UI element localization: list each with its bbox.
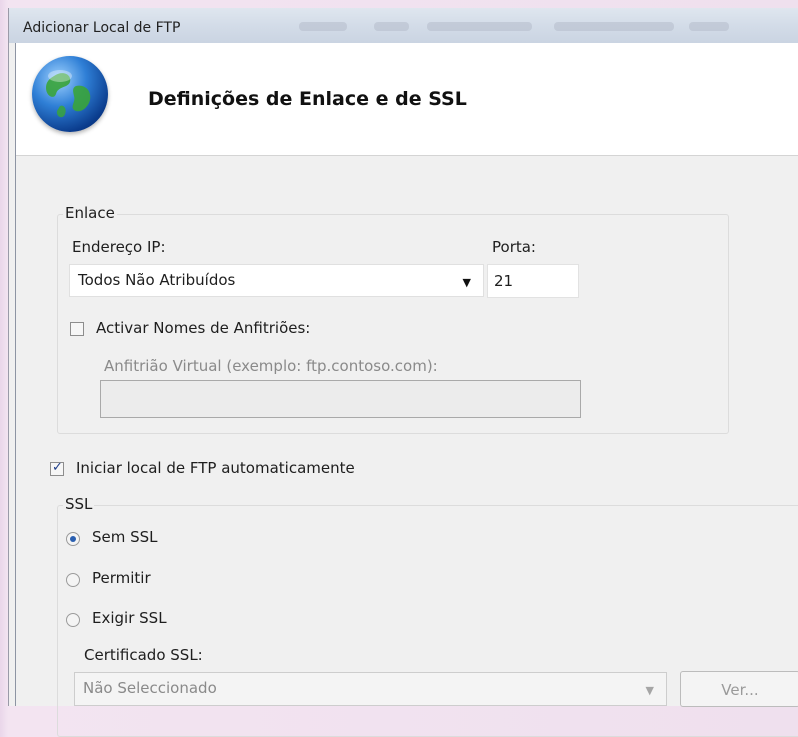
ip-address-value: Todos Não Atribuídos [78, 271, 236, 289]
dialog-body: Definições de Enlace e de SSL Enlace End… [15, 43, 798, 737]
ssl-option-require-label[interactable]: Exigir SSL [92, 609, 167, 627]
port-value: 21 [494, 272, 514, 290]
background-title-blur [554, 22, 674, 31]
virtual-host-input[interactable] [100, 380, 581, 418]
autostart-label[interactable]: Iniciar local de FTP automaticamente [76, 459, 355, 477]
virtual-host-label: Anfitrião Virtual (exemplo: ftp.contoso.… [104, 357, 438, 375]
ssl-option-allow-radio[interactable] [66, 573, 80, 587]
window-title: Adicionar Local de FTP [23, 20, 181, 36]
binding-group-label: Enlace [63, 204, 117, 222]
enable-hostnames-label[interactable]: Activar Nomes de Anfitriões: [96, 319, 310, 337]
chevron-down-icon[interactable]: ▼ [646, 684, 654, 697]
ssl-certificate-value: Não Seleccionado [83, 679, 217, 697]
background-title-blur [374, 22, 409, 31]
ssl-option-allow-label[interactable]: Permitir [92, 569, 151, 587]
chevron-down-icon[interactable]: ▼ [463, 276, 471, 289]
globe-icon [32, 56, 108, 132]
background-title-blur [299, 22, 347, 31]
page-title: Definições de Enlace e de SSL [148, 88, 467, 110]
ssl-group-label: SSL [63, 495, 95, 513]
ssl-certificate-dropdown[interactable]: Não Seleccionado ▼ [74, 672, 667, 706]
view-certificate-button-label: Ver... [721, 681, 759, 699]
ftp-site-wizard-window: Adicionar Local de FTP Definições de Enl… [8, 8, 798, 737]
enable-hostnames-checkbox[interactable] [70, 322, 84, 336]
title-bar[interactable]: Adicionar Local de FTP [9, 8, 798, 43]
ssl-certificate-label: Certificado SSL: [84, 646, 203, 664]
background-title-blur [689, 22, 729, 31]
ip-address-label: Endereço IP: [72, 238, 166, 256]
ip-address-dropdown[interactable]: Todos Não Atribuídos ▼ [69, 264, 484, 297]
background-title-blur [427, 22, 532, 31]
ssl-option-require-radio[interactable] [66, 613, 80, 627]
ssl-option-none-radio[interactable] [66, 532, 80, 546]
wizard-header: Definições de Enlace e de SSL [16, 43, 798, 156]
autostart-checkbox[interactable] [50, 460, 64, 476]
port-label: Porta: [492, 238, 536, 256]
view-certificate-button[interactable]: Ver... [680, 671, 798, 707]
port-input[interactable]: 21 [487, 264, 579, 298]
ssl-option-none-label[interactable]: Sem SSL [92, 528, 158, 546]
